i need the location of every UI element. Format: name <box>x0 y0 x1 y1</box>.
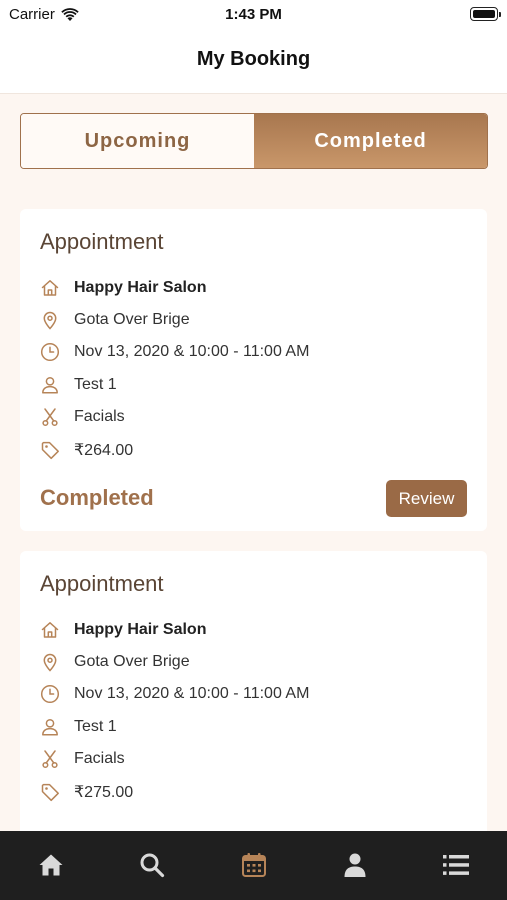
tab-search[interactable] <box>101 831 202 900</box>
price-tag-icon <box>40 440 60 460</box>
price-row: ₹264.00 <box>40 438 133 462</box>
tab-bookings[interactable] <box>203 831 304 900</box>
salon-address: Gota Over Brige <box>74 653 190 670</box>
tab-completed[interactable]: Completed <box>254 114 487 168</box>
tab-menu[interactable] <box>406 831 507 900</box>
profile-icon <box>344 853 366 877</box>
clock-icon <box>40 342 60 362</box>
service-name: Facials <box>74 750 125 767</box>
page-title: My Booking <box>196 48 311 70</box>
booking-price: ₹275.00 <box>74 784 134 801</box>
customer-row: Test 1 <box>40 715 117 739</box>
bottom-tab-bar <box>0 831 507 900</box>
price-row: ₹275.00 <box>40 780 133 804</box>
battery-icon <box>470 7 501 21</box>
price-tag-icon <box>40 782 60 802</box>
salon-address: Gota Over Brige <box>74 311 190 328</box>
datetime-row: Nov 13, 2020 & 10:00 - 11:00 AM <box>40 340 309 364</box>
navigation-bar: My Booking <box>0 30 507 94</box>
tab-upcoming[interactable]: Upcoming <box>21 114 254 168</box>
salon-name: Happy Hair Salon <box>74 621 207 638</box>
service-row: Facials <box>40 405 125 429</box>
customer-name: Test 1 <box>74 376 117 393</box>
appointment-datetime: Nov 13, 2020 & 10:00 - 11:00 AM <box>74 343 310 360</box>
service-name: Facials <box>74 408 125 425</box>
salon-row: Happy Hair Salon <box>40 276 206 300</box>
service-row: Facials <box>40 747 125 771</box>
booking-status: Completed <box>40 485 154 510</box>
calendar-icon <box>241 852 266 877</box>
customer-row: Test 1 <box>40 373 117 397</box>
scissors-icon <box>40 749 60 769</box>
booking-card[interactable]: Appointment Happy Hair Salon Gota Over B… <box>20 551 487 851</box>
booking-segment-control: Upcoming Completed <box>20 113 488 169</box>
status-time: 1:43 PM <box>225 6 282 23</box>
home-outline-icon <box>40 620 60 640</box>
tab-profile[interactable] <box>304 831 405 900</box>
salon-name: Happy Hair Salon <box>74 279 207 296</box>
address-row: Gota Over Brige <box>40 308 190 332</box>
clock-icon <box>40 684 60 704</box>
address-row: Gota Over Brige <box>40 650 190 674</box>
salon-row: Happy Hair Salon <box>40 618 206 642</box>
home-icon <box>39 854 63 875</box>
home-outline-icon <box>40 278 60 298</box>
location-pin-icon <box>40 310 60 330</box>
card-title: Appointment <box>40 571 164 596</box>
search-icon <box>140 853 165 877</box>
booking-price: ₹264.00 <box>74 442 134 459</box>
user-icon <box>40 375 60 395</box>
datetime-row: Nov 13, 2020 & 10:00 - 11:00 AM <box>40 682 309 706</box>
status-bar: Carrier 1:43 PM <box>0 0 507 30</box>
review-button[interactable]: Review <box>386 480 467 517</box>
scissors-icon <box>40 407 60 427</box>
menu-list-icon <box>443 854 470 875</box>
user-icon <box>40 717 60 737</box>
booking-card[interactable]: Appointment Happy Hair Salon Gota Over B… <box>20 209 487 531</box>
customer-name: Test 1 <box>74 718 117 735</box>
tab-home[interactable] <box>0 831 101 900</box>
location-pin-icon <box>40 652 60 672</box>
appointment-datetime: Nov 13, 2020 & 10:00 - 11:00 AM <box>74 685 310 702</box>
card-title: Appointment <box>40 229 164 254</box>
